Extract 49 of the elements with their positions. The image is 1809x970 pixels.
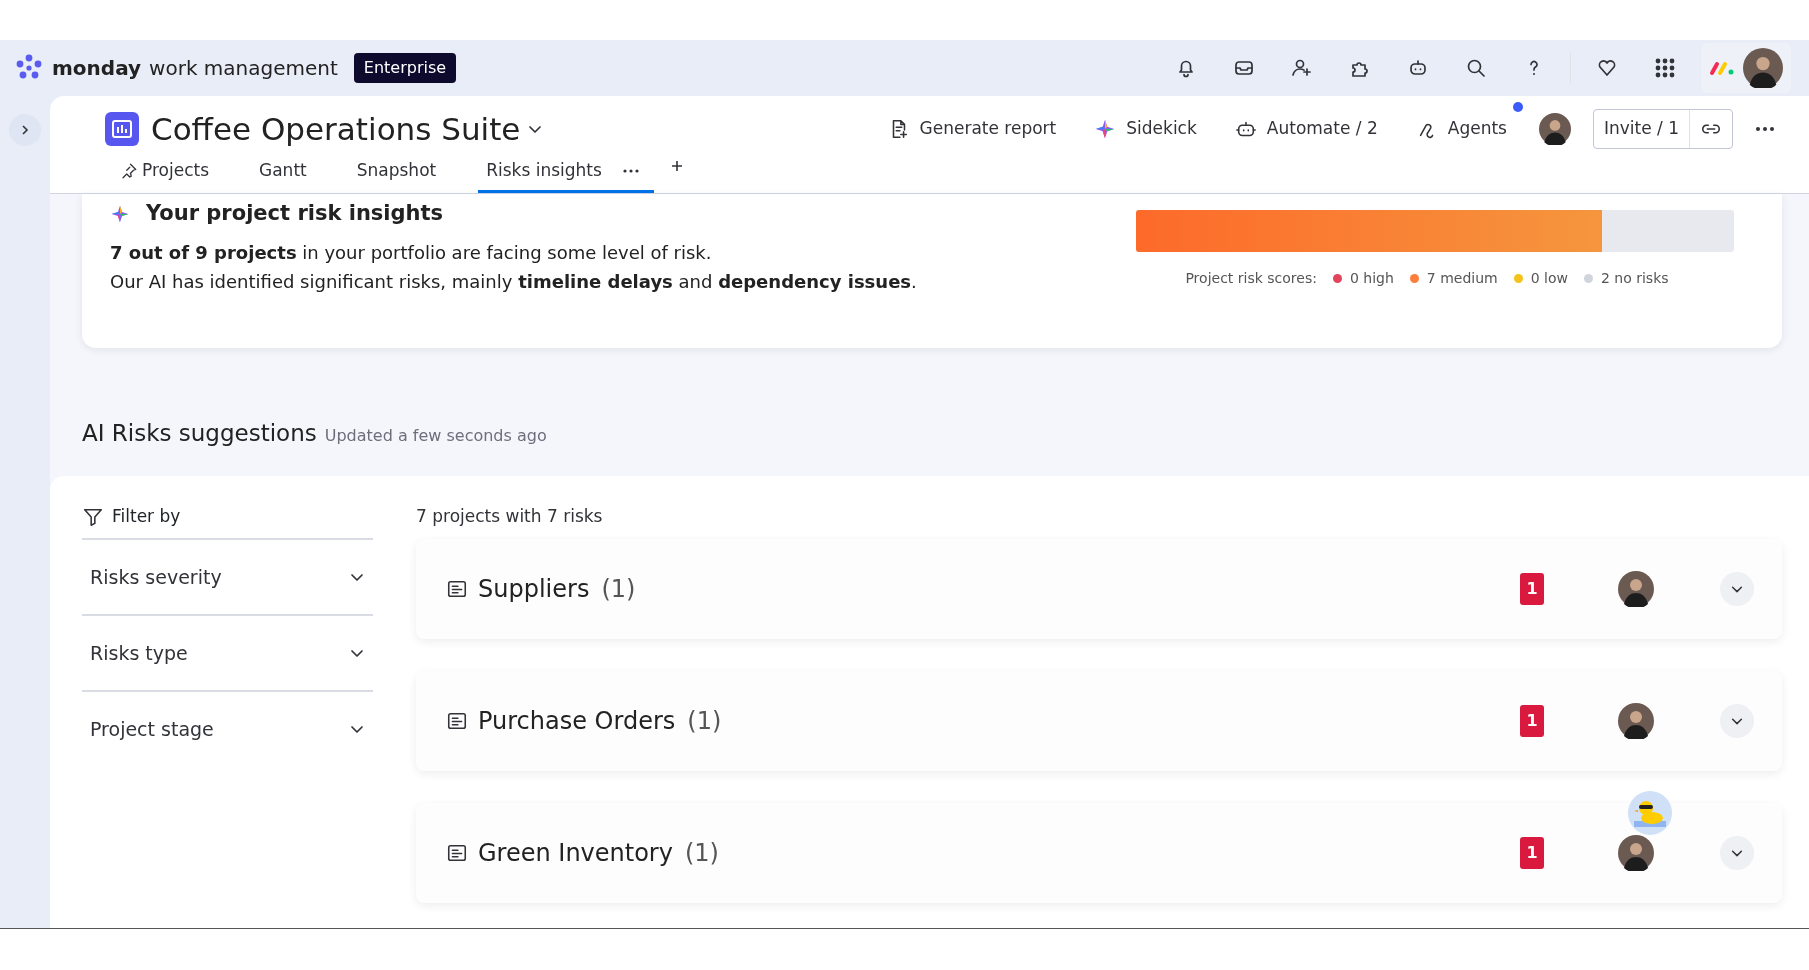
legend-item: 7 medium <box>1426 269 1498 289</box>
member-avatar <box>1538 113 1571 146</box>
chevron-right-icon <box>19 123 31 136</box>
updated-text: Updated a few seconds ago <box>324 425 547 448</box>
filter-dropdown[interactable]: Project stage <box>82 690 373 767</box>
tab[interactable]: Snapshot <box>348 151 445 194</box>
add-tab-icon[interactable] <box>669 158 684 173</box>
section-title: AI Risks suggestions <box>82 419 317 449</box>
owner-avatar <box>1618 835 1654 872</box>
tab-menu-icon[interactable] <box>621 167 640 174</box>
legend-item: 2 no risks <box>1600 269 1669 289</box>
tab[interactable]: Gantt <box>251 151 315 194</box>
legend-label: Project risk scores: <box>1185 269 1317 289</box>
risk-badge: 1 <box>1520 573 1544 606</box>
pin-icon <box>120 161 138 180</box>
risk-badge: 1 <box>1520 705 1544 738</box>
legend-item: 0 high <box>1349 269 1394 289</box>
tab[interactable]: Projects <box>112 151 218 194</box>
expand-sidebar-button[interactable] <box>9 113 41 146</box>
report-button[interactable]: Generate report <box>877 112 1067 146</box>
owner-avatar <box>1618 703 1654 740</box>
risk-count: (1) <box>601 574 636 606</box>
plan-badge: Enterprise <box>353 52 457 83</box>
risk-count: (1) <box>684 838 719 870</box>
automate-button[interactable]: Automate / 2 <box>1224 112 1388 146</box>
agents-button[interactable]: Agents <box>1405 112 1517 146</box>
sidekick-button[interactable]: Sidekick <box>1084 112 1207 146</box>
insight-sentence: Our AI has identified significant risks, mainly timeline delays and dependency issues. <box>110 269 917 294</box>
duck-icon <box>1628 791 1672 836</box>
legend-item: 0 low <box>1530 269 1568 289</box>
filter-button[interactable]: Filter by <box>82 504 181 530</box>
risk-badge: 1 <box>1520 837 1544 870</box>
board-title: Coffee Operations Suite <box>151 109 521 149</box>
project-name: Green Inventory <box>478 838 673 870</box>
project-name: Purchase Orders <box>478 706 676 738</box>
monday-mark-icon[interactable] <box>1709 59 1735 76</box>
projects-summary: 7 projects with 7 risks <box>416 505 604 529</box>
filter-dropdown[interactable]: Risks type <box>82 614 373 691</box>
insight-sentence: 7 out of 9 projects in your portfolio are facing some level of risk. <box>110 240 713 265</box>
brand-name: monday <box>52 54 142 82</box>
filter-icon <box>82 506 104 529</box>
risk-count: (1) <box>687 706 722 738</box>
insights-title: Your project risk insights <box>146 200 444 228</box>
filter-dropdown[interactable]: Risks severity <box>82 538 373 615</box>
product-name: work management <box>149 54 338 82</box>
owner-avatar <box>1618 571 1654 608</box>
user-avatar[interactable] <box>1743 47 1783 88</box>
project-name: Suppliers <box>478 574 590 606</box>
board-icon <box>105 112 139 147</box>
